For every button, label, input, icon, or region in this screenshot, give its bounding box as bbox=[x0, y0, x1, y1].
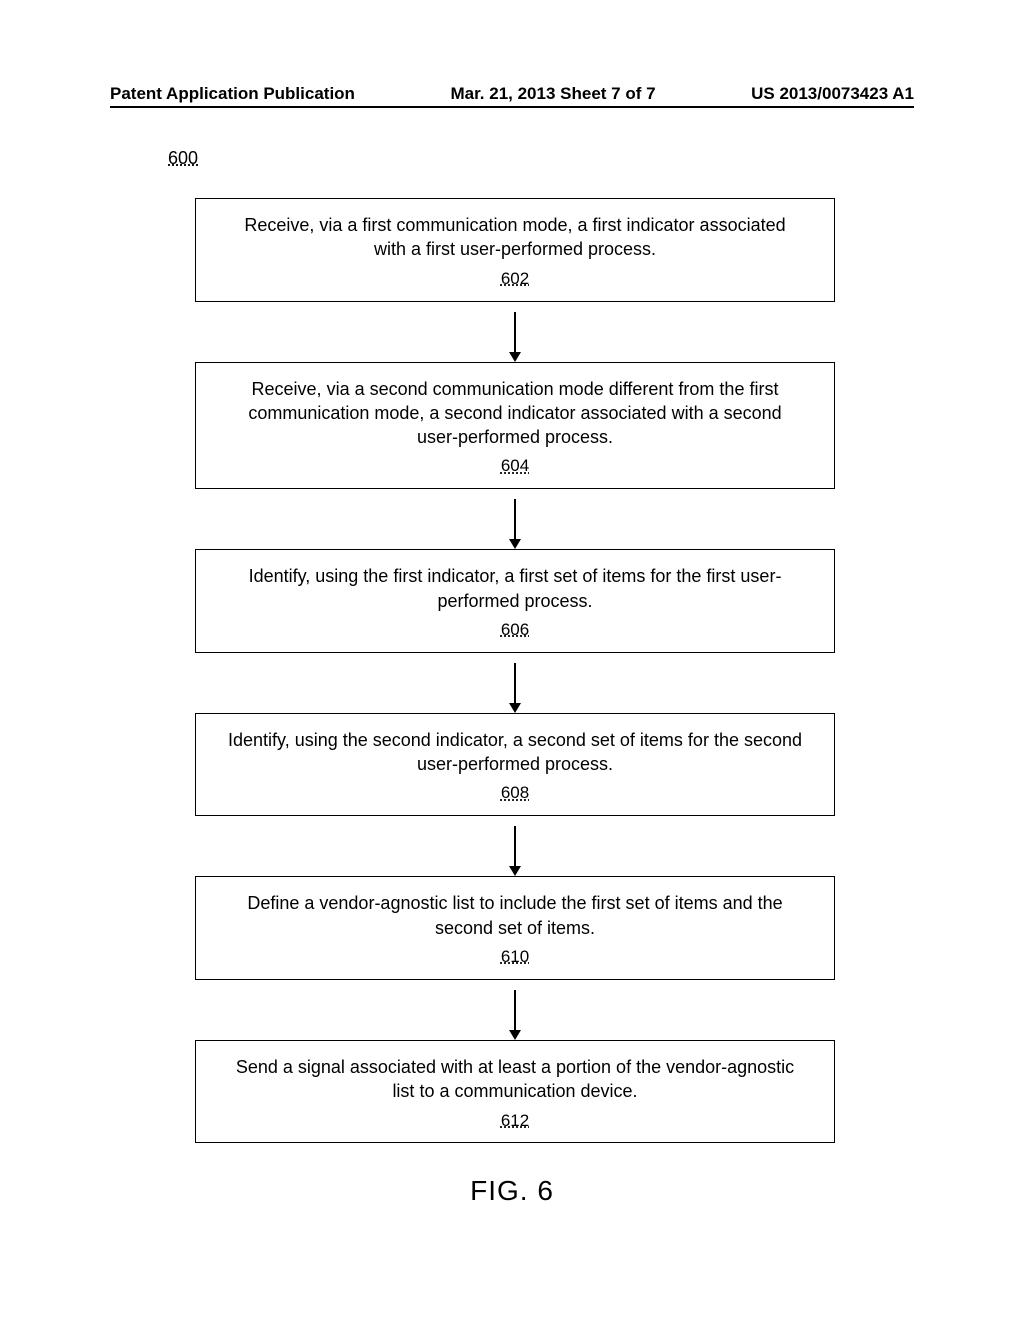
flow-step-608: Identify, using the second indicator, a … bbox=[195, 713, 835, 817]
header-center: Mar. 21, 2013 Sheet 7 of 7 bbox=[451, 84, 656, 104]
flow-step-612: Send a signal associated with at least a… bbox=[195, 1040, 835, 1144]
flow-step-text: Receive, via a second communication mode… bbox=[248, 379, 781, 448]
flow-step-id: 612 bbox=[228, 1110, 802, 1133]
page-header: Patent Application Publication Mar. 21, … bbox=[0, 84, 1024, 104]
arrow-down-icon bbox=[195, 302, 835, 362]
flow-step-602: Receive, via a first communication mode,… bbox=[195, 198, 835, 302]
figure-label: FIG. 6 bbox=[0, 1175, 1024, 1207]
flow-step-id: 602 bbox=[228, 268, 802, 291]
header-left: Patent Application Publication bbox=[110, 84, 355, 104]
flowchart: Receive, via a first communication mode,… bbox=[195, 198, 835, 1143]
flow-step-text: Receive, via a first communication mode,… bbox=[244, 215, 785, 259]
flow-step-text: Define a vendor-agnostic list to include… bbox=[247, 893, 782, 937]
header-right: US 2013/0073423 A1 bbox=[751, 84, 914, 104]
flow-step-id: 606 bbox=[228, 619, 802, 642]
figure-reference-number: 600 bbox=[168, 148, 198, 169]
flow-step-610: Define a vendor-agnostic list to include… bbox=[195, 876, 835, 980]
header-rule bbox=[110, 106, 914, 108]
flow-step-606: Identify, using the first indicator, a f… bbox=[195, 549, 835, 653]
flow-step-604: Receive, via a second communication mode… bbox=[195, 362, 835, 490]
arrow-down-icon bbox=[195, 653, 835, 713]
arrow-down-icon bbox=[195, 816, 835, 876]
flow-step-id: 610 bbox=[228, 946, 802, 969]
arrow-down-icon bbox=[195, 489, 835, 549]
flow-step-text: Identify, using the second indicator, a … bbox=[228, 730, 802, 774]
flow-step-text: Identify, using the first indicator, a f… bbox=[249, 566, 782, 610]
flow-step-id: 608 bbox=[228, 782, 802, 805]
flow-step-text: Send a signal associated with at least a… bbox=[236, 1057, 794, 1101]
flow-step-id: 604 bbox=[228, 455, 802, 478]
arrow-down-icon bbox=[195, 980, 835, 1040]
